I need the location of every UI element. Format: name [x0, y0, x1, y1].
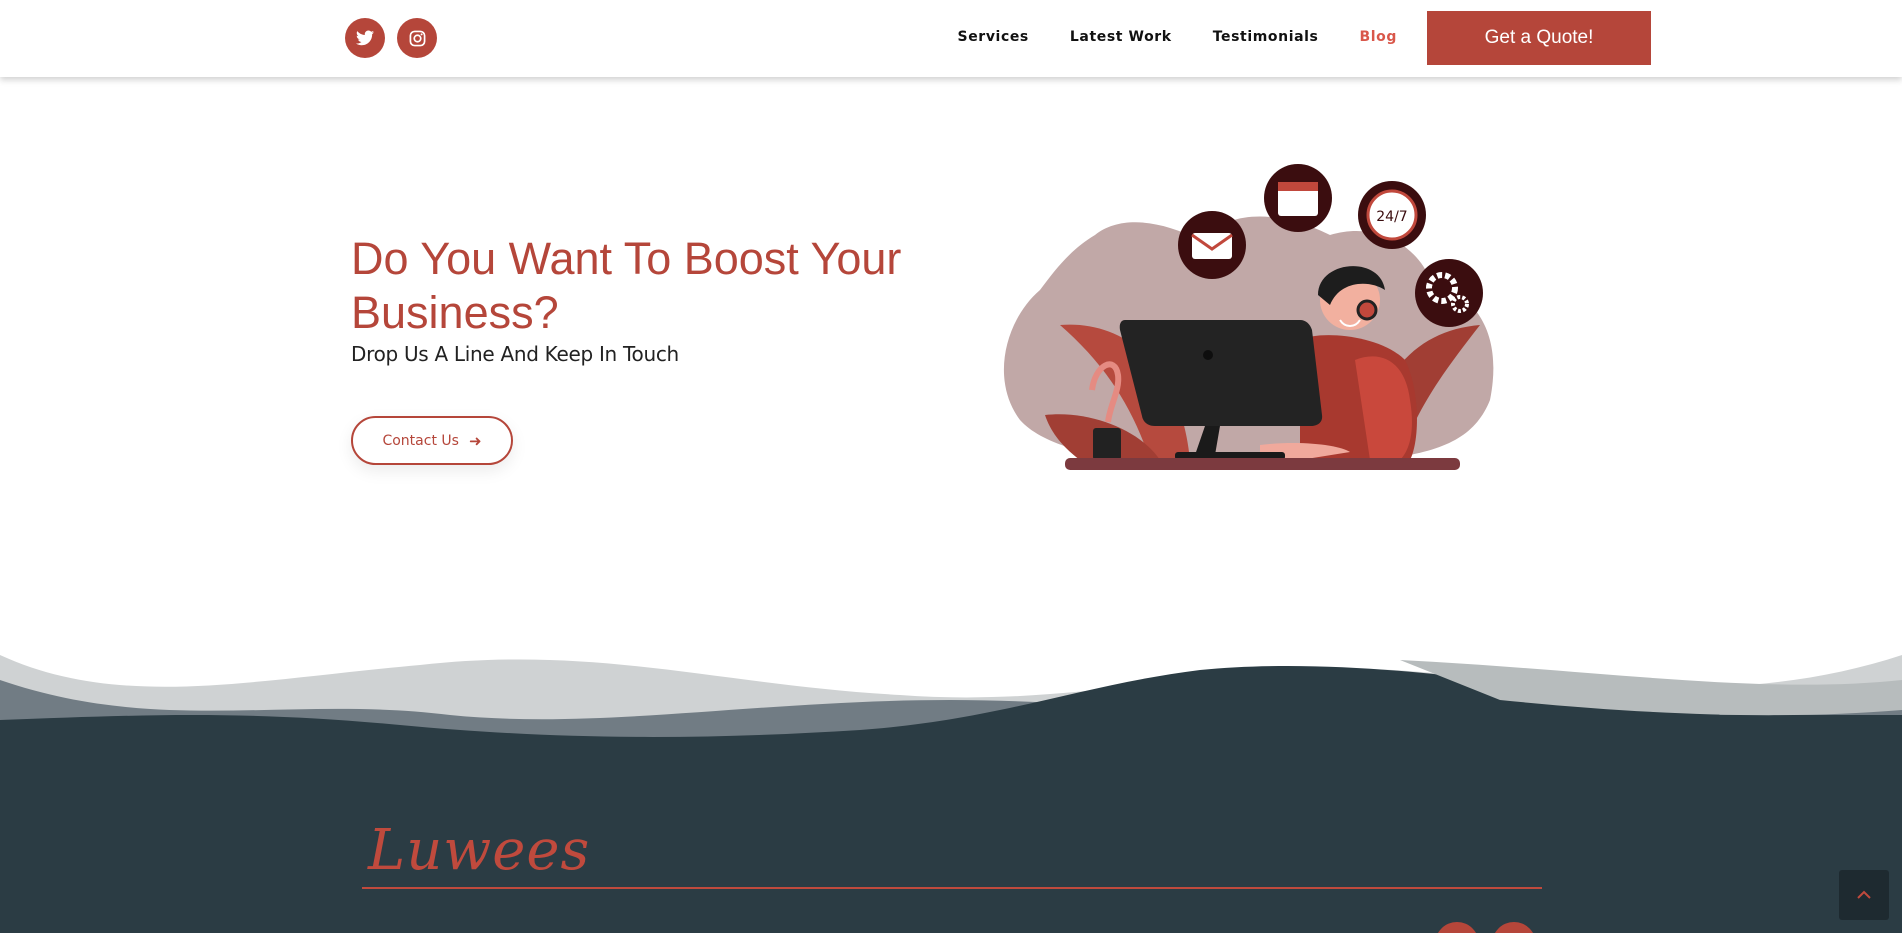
get-quote-button[interactable]: Get a Quote!	[1427, 11, 1651, 65]
arrow-right-icon: ➜	[468, 431, 482, 450]
main-nav: Services Latest Work Testimonials Blog	[958, 29, 1397, 45]
footer-logo: Luwees	[368, 818, 591, 883]
mail-badge	[1178, 211, 1246, 279]
page: Services Latest Work Testimonials Blog G…	[0, 0, 1902, 933]
instagram-link[interactable]	[397, 18, 437, 58]
twitter-link[interactable]	[345, 18, 385, 58]
chevron-up-icon	[1857, 890, 1871, 899]
site-header: Services Latest Work Testimonials Blog G…	[0, 0, 1902, 77]
hero-illustration: 24/7	[1003, 164, 1494, 470]
hero-subtitle: Drop Us A Line And Keep In Touch	[351, 342, 679, 366]
nav-testimonials[interactable]: Testimonials	[1213, 29, 1319, 45]
monitor-camera	[1203, 350, 1213, 360]
support-badge: 24/7	[1358, 181, 1426, 249]
footer-waves	[0, 655, 1902, 933]
desk	[1065, 458, 1460, 470]
support-24-7-label: 24/7	[1376, 209, 1407, 225]
nav-services[interactable]: Services	[958, 29, 1029, 45]
contact-us-label: Contact Us	[382, 432, 459, 449]
twitter-icon	[356, 30, 374, 46]
plant-pot	[1093, 428, 1121, 460]
calendar-badge	[1264, 164, 1332, 232]
footer-divider	[362, 887, 1542, 889]
gears-badge	[1415, 259, 1483, 327]
instagram-icon	[409, 30, 425, 46]
scroll-to-top-button[interactable]	[1839, 870, 1889, 920]
headset-icon	[1356, 299, 1378, 321]
nav-latest-work[interactable]: Latest Work	[1070, 29, 1172, 45]
hero-title: Do You Want To Boost Your Business?	[351, 233, 902, 338]
contact-us-button[interactable]: Contact Us ➜	[351, 416, 513, 465]
monitor	[1119, 320, 1323, 426]
social-links	[345, 18, 437, 58]
nav-blog[interactable]: Blog	[1359, 29, 1397, 45]
